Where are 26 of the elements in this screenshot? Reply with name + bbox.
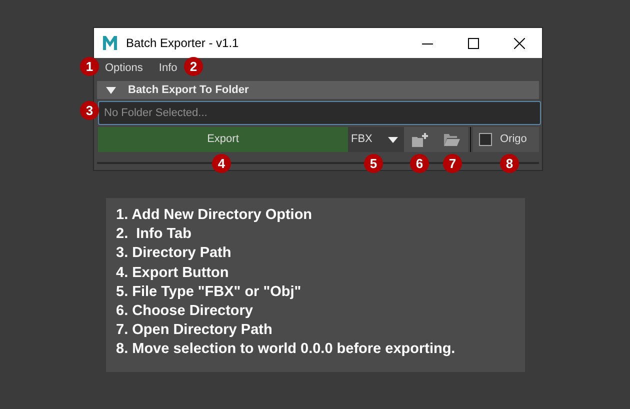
- folder-path-field[interactable]: No Folder Selected...: [98, 101, 541, 125]
- origo-label: Origo: [500, 132, 527, 148]
- legend-line: 5. File Type "FBX" or "Obj": [116, 282, 302, 302]
- file-type-dropdown[interactable]: FBX: [348, 127, 404, 152]
- caret-icon: [388, 136, 398, 142]
- legend-line: 3. Directory Path: [116, 244, 232, 264]
- export-button[interactable]: Export: [98, 127, 348, 152]
- legend-line: 2. Info Tab: [116, 225, 192, 244]
- new-folder-icon[interactable]: [404, 127, 436, 152]
- section-header[interactable]: Batch Export To Folder: [97, 81, 539, 99]
- legend-line: 7. Open Directory Path: [116, 321, 274, 340]
- number-callout: 1: [80, 57, 99, 76]
- app-logo-icon: [102, 35, 118, 51]
- origo-checkbox[interactable]: [479, 133, 492, 146]
- legend-line: 1. Add New Directory Option: [116, 206, 314, 225]
- maximize-icon[interactable]: [468, 38, 478, 48]
- file-type-value: FBX: [351, 132, 372, 148]
- legend-line: 4. Export Button: [116, 264, 230, 283]
- window-title: Batch Exporter - v1.1: [126, 35, 240, 52]
- menu-item[interactable]: Options: [105, 60, 143, 76]
- legend-line: 8. Move selection to world 0.0.0 before exporting.: [116, 340, 456, 360]
- menu-item[interactable]: Info: [158, 60, 178, 76]
- legend-line: 6. Choose Directory: [116, 302, 254, 322]
- open-folder-icon[interactable]: [436, 127, 468, 152]
- close-icon[interactable]: [514, 38, 524, 48]
- number-callout: 3: [80, 101, 99, 120]
